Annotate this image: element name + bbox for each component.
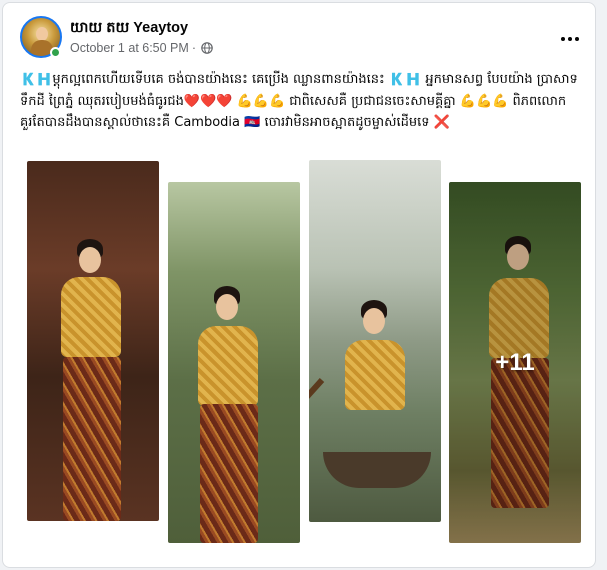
post-timestamp[interactable]: October 1 at 6:50 PM bbox=[70, 41, 189, 55]
boat-paddle bbox=[309, 377, 325, 472]
more-photos-overlay[interactable]: +11 bbox=[449, 182, 581, 543]
figure-head bbox=[79, 247, 101, 273]
author-name[interactable]: យាយ តយ Yeaytoy bbox=[70, 19, 188, 40]
meta-separator: · bbox=[191, 41, 196, 55]
figure-top bbox=[345, 340, 405, 410]
globe-icon[interactable] bbox=[201, 42, 213, 54]
post-photo-2[interactable] bbox=[168, 182, 300, 543]
more-dot bbox=[561, 37, 565, 41]
post-photo-4[interactable]: +11 bbox=[449, 182, 581, 543]
figure-head bbox=[363, 308, 385, 334]
figure-skirt bbox=[200, 404, 258, 543]
post-text: 🇰🇭ម្ដុកល្អពេកហើយទើបគេ ចង់បានយ៉ាងនេះ គេប្… bbox=[20, 72, 578, 130]
boat bbox=[323, 452, 431, 488]
figure-head bbox=[216, 294, 238, 320]
more-options-button[interactable] bbox=[555, 27, 585, 51]
figure-top bbox=[198, 326, 258, 406]
post-meta: October 1 at 6:50 PM · bbox=[70, 41, 213, 55]
post-photo-3[interactable] bbox=[309, 160, 441, 522]
figure-top bbox=[61, 277, 121, 357]
more-dot bbox=[575, 37, 579, 41]
more-photos-count: +11 bbox=[495, 348, 535, 376]
figure-skirt bbox=[63, 357, 121, 521]
avatar-face bbox=[36, 27, 48, 41]
post-card: យាយ តយ Yeaytoy October 1 at 6:50 PM · 🇰🇭… bbox=[2, 2, 596, 568]
online-status-dot bbox=[50, 47, 61, 58]
more-dot bbox=[568, 37, 572, 41]
post-photo-1[interactable] bbox=[27, 161, 159, 521]
